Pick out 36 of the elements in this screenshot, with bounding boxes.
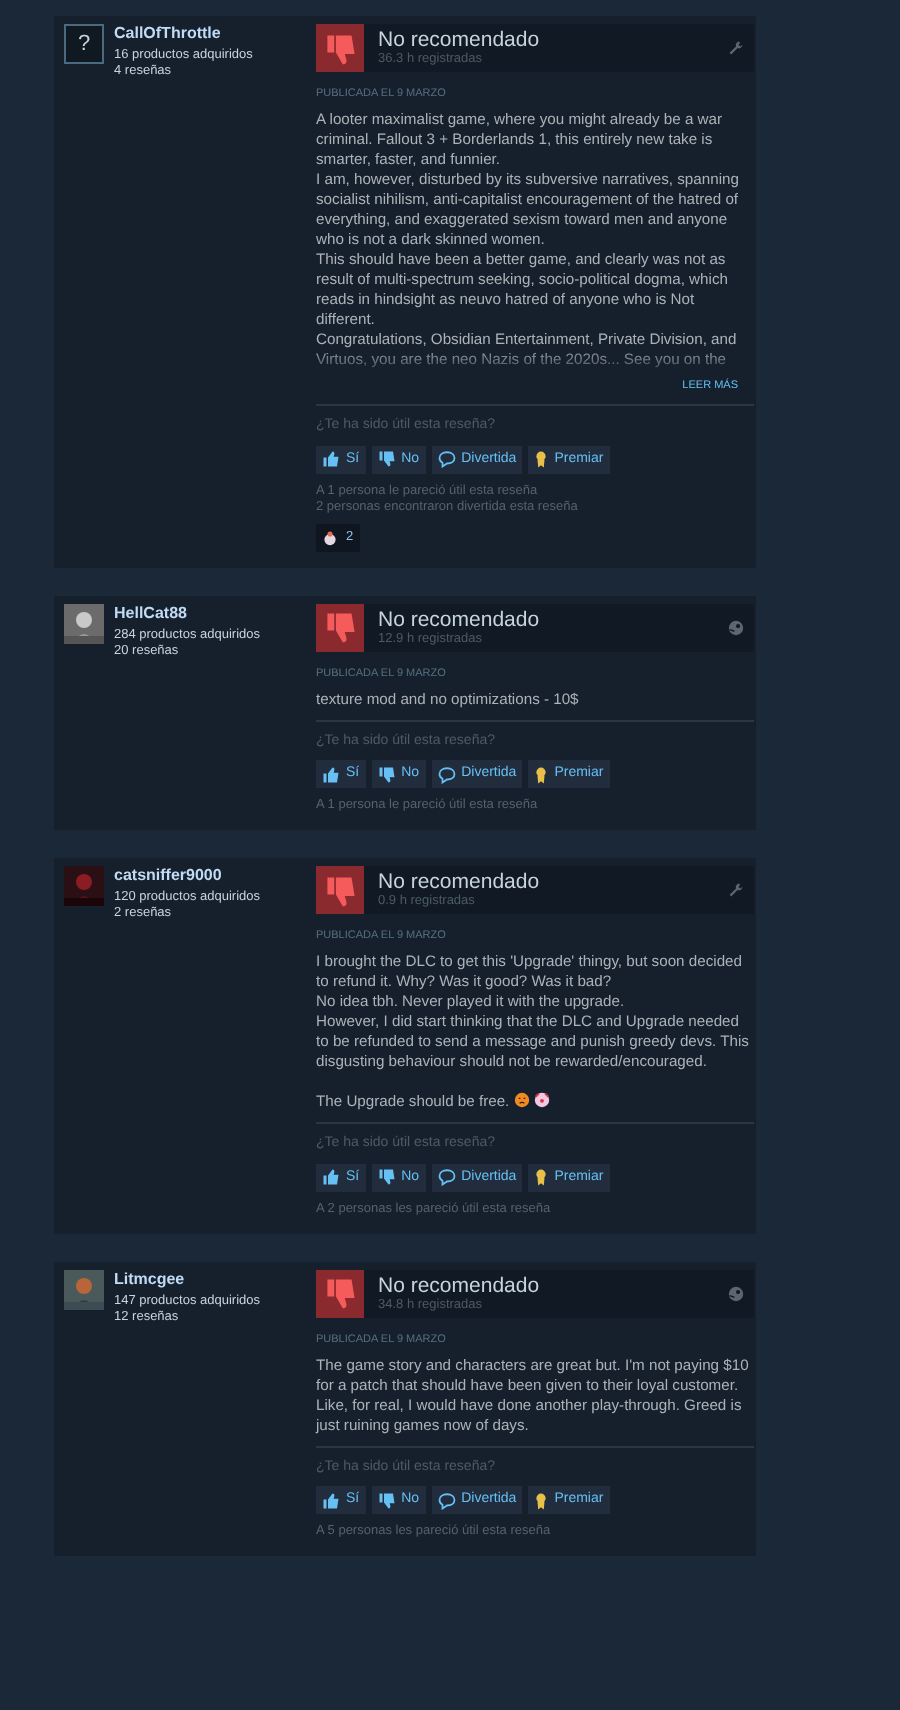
avatar-placeholder[interactable]: ? [64, 24, 104, 64]
thumbs-up-icon [322, 450, 340, 469]
speech-bubble-icon [437, 765, 456, 784]
verdict-title: No recomendado [378, 28, 542, 52]
username[interactable]: HellCat88 [114, 603, 260, 624]
thumbs-down-icon [377, 450, 396, 469]
mascot-icon [322, 529, 338, 546]
thumbs-up-icon [322, 1491, 340, 1510]
steam-logo-icon [728, 1285, 744, 1302]
thumbs-down-icon [316, 1269, 364, 1318]
thumbs-down-icon [377, 1491, 396, 1510]
username[interactable]: catsniffer9000 [114, 866, 260, 887]
clown-face-icon [533, 1092, 550, 1111]
verdict-title: No recomendado [378, 1273, 542, 1298]
ribbon-icon [534, 1168, 549, 1187]
wrench-icon [728, 882, 744, 899]
username[interactable]: Litmcgee [114, 1269, 260, 1290]
username[interactable]: CallOfThrottle [114, 24, 253, 44]
thumbs-down-icon [316, 24, 364, 72]
thumbs-down-icon [377, 765, 396, 784]
angry-face-icon [513, 1092, 530, 1111]
thumbs-down-icon [377, 1168, 396, 1187]
thumbs-up-icon [322, 765, 340, 784]
verdict-title: No recomendado [378, 607, 542, 632]
steam-logo-icon [728, 619, 744, 636]
ribbon-icon [534, 765, 549, 784]
ribbon-icon [534, 1491, 549, 1510]
wrench-icon [728, 40, 744, 56]
thumbs-down-icon [316, 603, 364, 652]
verdict-title: No recomendado [378, 870, 542, 895]
speech-bubble-icon [437, 1491, 456, 1510]
speech-bubble-icon [437, 450, 456, 469]
speech-bubble-icon [437, 1168, 456, 1187]
thumbs-down-icon [316, 866, 364, 915]
ribbon-icon [534, 450, 549, 469]
thumbs-up-icon [322, 1168, 340, 1187]
